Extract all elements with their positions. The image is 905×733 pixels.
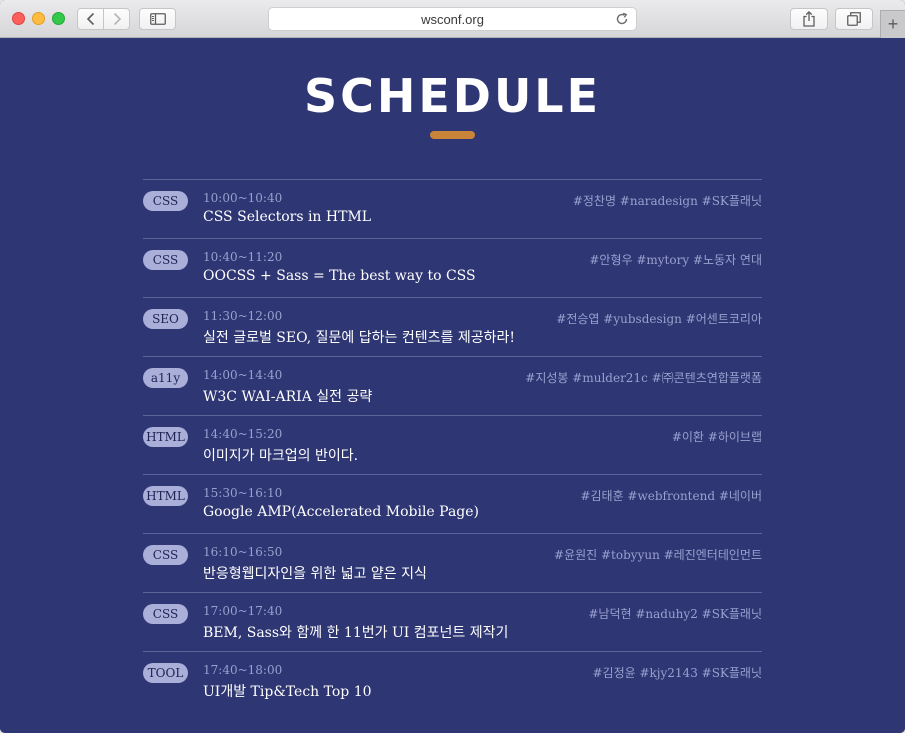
reload-icon[interactable] xyxy=(615,12,629,26)
chevron-right-icon xyxy=(113,12,121,26)
category-badge: CSS xyxy=(143,545,188,565)
session-time: 14:00~14:40 xyxy=(203,368,283,382)
session-title[interactable]: BEM, Sass와 함께 한 11번가 UI 컴포넌트 제작기 xyxy=(203,622,508,642)
browser-window: wsconf.org + SCHEDULE CSS 10:00~10:40 CS… xyxy=(0,0,905,733)
show-tabs-button[interactable] xyxy=(835,8,873,30)
session-time: 16:10~16:50 xyxy=(203,545,283,559)
session-row[interactable]: SEO 11:30~12:00 실전 글로벌 SEO, 질문에 답하는 컨텐츠를… xyxy=(143,297,762,356)
new-tab-button[interactable]: + xyxy=(880,10,905,38)
forward-button[interactable] xyxy=(103,8,130,30)
speaker-tags: #전승엽 #yubsdesign #어센트코리아 xyxy=(556,312,762,326)
session-row[interactable]: HTML 14:40~15:20 이미지가 마크업의 반이다. #이환 #하이브… xyxy=(143,415,762,474)
session-time: 10:00~10:40 xyxy=(203,191,283,205)
chevron-left-icon xyxy=(86,12,94,26)
tabs-icon xyxy=(847,12,861,26)
session-row[interactable]: HTML 15:30~16:10 Google AMP(Accelerated … xyxy=(143,474,762,533)
address-bar[interactable]: wsconf.org xyxy=(268,7,637,31)
session-time: 10:40~11:20 xyxy=(203,250,283,264)
page-title: SCHEDULE xyxy=(303,69,602,123)
title-underline xyxy=(430,131,475,139)
session-title[interactable]: 실전 글로벌 SEO, 질문에 답하는 컨텐츠를 제공하라! xyxy=(203,327,515,347)
session-title[interactable]: OOCSS + Sass = The best way to CSS xyxy=(203,268,476,284)
category-badge: CSS xyxy=(143,250,188,270)
zoom-window-button[interactable] xyxy=(52,12,65,25)
session-row[interactable]: a11y 14:00~14:40 W3C WAI-ARIA 실전 공략 #지성봉… xyxy=(143,356,762,415)
session-title[interactable]: Google AMP(Accelerated Mobile Page) xyxy=(203,504,479,520)
session-title[interactable]: W3C WAI-ARIA 실전 공략 xyxy=(203,386,372,406)
back-button[interactable] xyxy=(77,8,104,30)
speaker-tags: #지성봉 #mulder21c #㈜콘텐츠연합플랫폼 xyxy=(525,371,762,385)
share-icon xyxy=(803,11,815,27)
page-content: SCHEDULE CSS 10:00~10:40 CSS Selectors i… xyxy=(0,38,905,733)
session-time: 17:00~17:40 xyxy=(203,604,283,618)
session-time: 15:30~16:10 xyxy=(203,486,283,500)
session-title[interactable]: UI개발 Tip&Tech Top 10 xyxy=(203,681,372,701)
sidebar-icon xyxy=(149,13,166,25)
session-row[interactable]: CSS 16:10~16:50 반응형웹디자인을 위한 넓고 얕은 지식 #윤원… xyxy=(143,533,762,592)
address-url: wsconf.org xyxy=(421,11,484,27)
browser-toolbar: wsconf.org + xyxy=(0,0,905,38)
category-badge: HTML xyxy=(143,427,188,447)
session-row[interactable]: CSS 10:00~10:40 CSS Selectors in HTML #정… xyxy=(143,179,762,238)
speaker-tags: #남덕현 #naduhy2 #SK플래닛 xyxy=(588,607,762,621)
category-badge: a11y xyxy=(143,368,188,388)
speaker-tags: #이환 #하이브랩 xyxy=(671,430,762,444)
category-badge: HTML xyxy=(143,486,188,506)
minimize-window-button[interactable] xyxy=(32,12,45,25)
speaker-tags: #윤원진 #tobyyun #레진엔터테인먼트 xyxy=(554,548,762,562)
session-time: 17:40~18:00 xyxy=(203,663,283,677)
session-title[interactable]: CSS Selectors in HTML xyxy=(203,209,371,225)
session-time: 14:40~15:20 xyxy=(203,427,283,441)
session-title[interactable]: 반응형웹디자인을 위한 넓고 얕은 지식 xyxy=(203,563,427,583)
category-badge: CSS xyxy=(143,191,188,211)
schedule-list: CSS 10:00~10:40 CSS Selectors in HTML #정… xyxy=(143,179,762,710)
category-badge: TOOL xyxy=(143,663,188,683)
share-button[interactable] xyxy=(790,8,828,30)
session-row[interactable]: TOOL 17:40~18:00 UI개발 Tip&Tech Top 10 #김… xyxy=(143,651,762,710)
speaker-tags: #김정윤 #kjy2143 #SK플래닛 xyxy=(592,666,762,680)
session-time: 11:30~12:00 xyxy=(203,309,283,323)
speaker-tags: #안형우 #mytory #노동자 연대 xyxy=(589,253,762,267)
sidebar-toggle-button[interactable] xyxy=(139,8,176,30)
category-badge: CSS xyxy=(143,604,188,624)
close-window-button[interactable] xyxy=(12,12,25,25)
session-row[interactable]: CSS 17:00~17:40 BEM, Sass와 함께 한 11번가 UI … xyxy=(143,592,762,651)
speaker-tags: #정찬명 #naradesign #SK플래닛 xyxy=(572,194,762,208)
session-title[interactable]: 이미지가 마크업의 반이다. xyxy=(203,445,358,465)
speaker-tags: #김태훈 #webfrontend #네이버 xyxy=(580,489,762,503)
session-row[interactable]: CSS 10:40~11:20 OOCSS + Sass = The best … xyxy=(143,238,762,297)
category-badge: SEO xyxy=(143,309,188,329)
